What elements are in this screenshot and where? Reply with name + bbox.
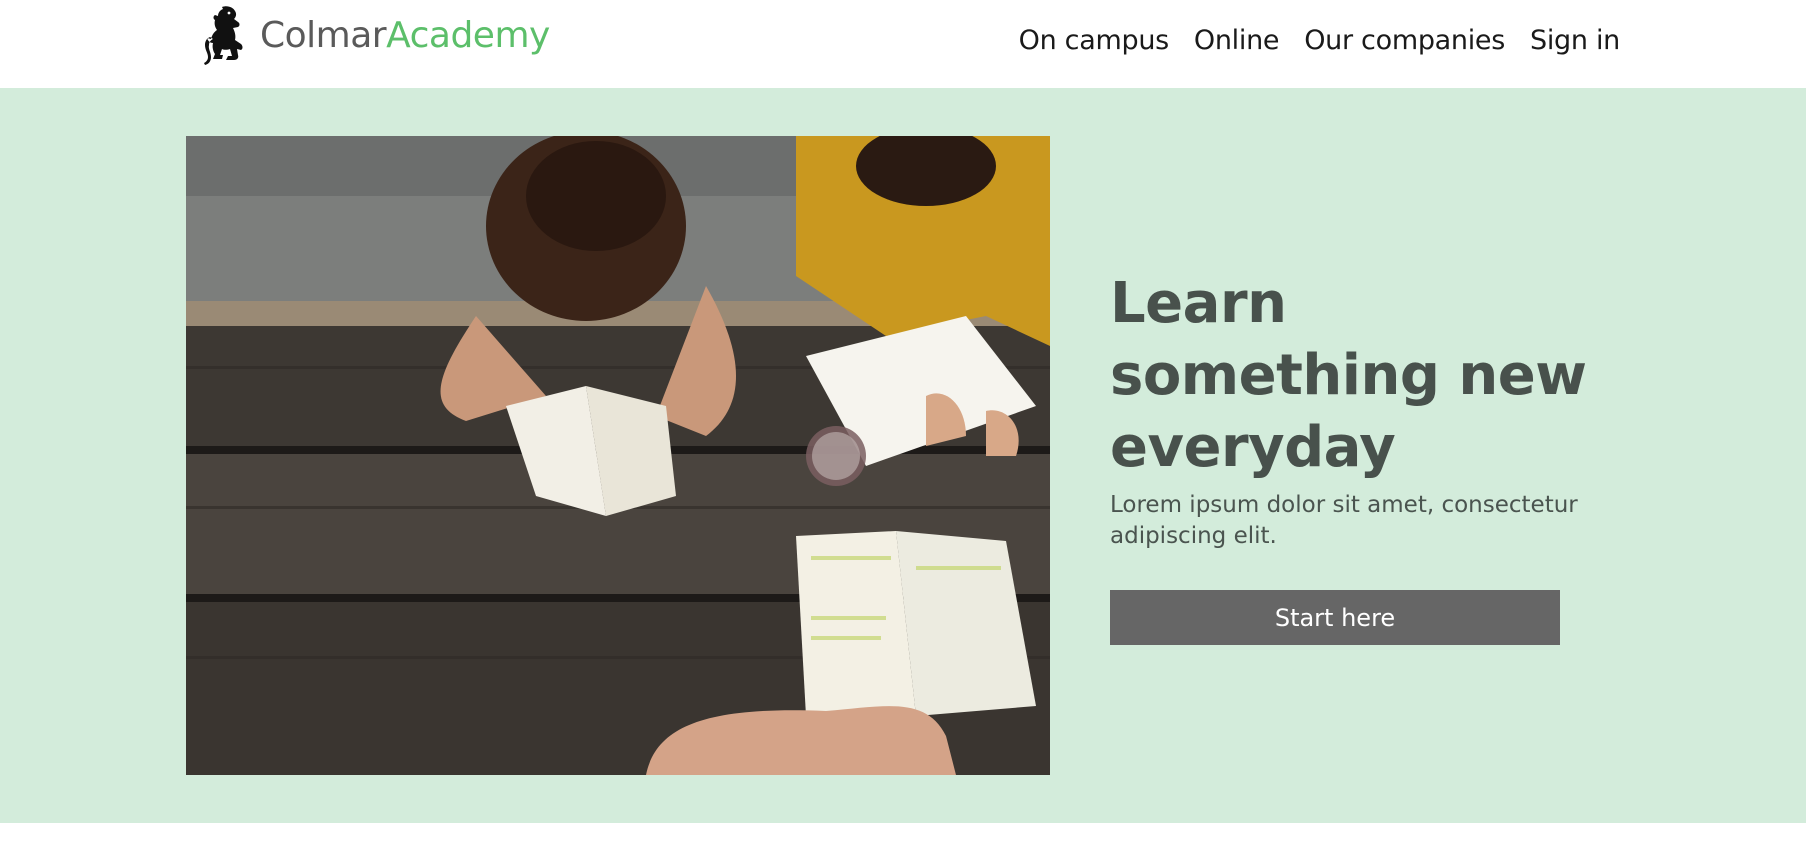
- logo-text-academy: Academy: [386, 15, 550, 56]
- nav-link-our-companies[interactable]: Our companies: [1304, 22, 1505, 60]
- logo-link[interactable]: ColmarAcademy: [200, 4, 550, 68]
- hero-title: Learn something new everyday: [1110, 271, 1587, 480]
- nav-link-on-campus[interactable]: On campus: [1019, 22, 1170, 60]
- lion-rampant-icon: [204, 6, 243, 66]
- site-header: ColmarAcademy On campus Online Our compa…: [0, 0, 1806, 88]
- start-here-button[interactable]: Start here: [1110, 590, 1560, 645]
- hero-image: [186, 136, 1050, 775]
- logo-text: ColmarAcademy: [260, 18, 550, 54]
- nav-link-sign-in[interactable]: Sign in: [1530, 22, 1620, 60]
- nav-link-online[interactable]: Online: [1194, 22, 1280, 60]
- hero-description: Lorem ipsum dolor sit amet, consectetur …: [1110, 492, 1578, 549]
- hero-section: Learn something new everyday Lorem ipsum…: [0, 88, 1806, 823]
- logo-text-colmar: Colmar: [260, 15, 387, 56]
- main-nav: On campus Online Our companies Sign in: [1019, 22, 1621, 60]
